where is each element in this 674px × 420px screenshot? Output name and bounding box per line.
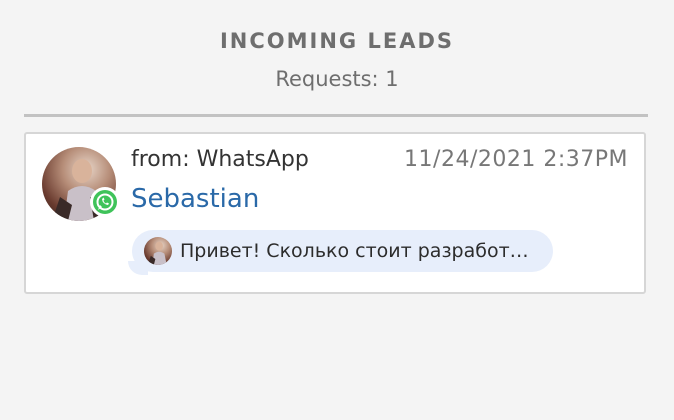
lead-timestamp: 11/24/2021 2:37PM <box>404 147 628 172</box>
lead-source: from: WhatsApp <box>131 147 309 172</box>
message-avatar <box>144 237 172 265</box>
divider <box>24 114 648 117</box>
message-preview-bubble[interactable]: Привет! Сколько стоит разработ… <box>128 230 553 275</box>
whatsapp-icon <box>90 187 120 217</box>
requests-count: Requests: 1 <box>275 67 399 91</box>
panel-header: INCOMING LEADS Requests: 1 <box>0 26 674 94</box>
incoming-leads-panel: INCOMING LEADS Requests: 1 from: WhatsAp… <box>0 0 674 420</box>
lead-name-link[interactable]: Sebastian <box>131 182 259 216</box>
bubble-tail <box>128 261 148 275</box>
panel-title: INCOMING LEADS <box>219 29 455 53</box>
message-preview-text: Привет! Сколько стоит разработ… <box>180 240 529 262</box>
lead-card[interactable]: from: WhatsApp 11/24/2021 2:37PM Sebasti… <box>24 132 646 294</box>
